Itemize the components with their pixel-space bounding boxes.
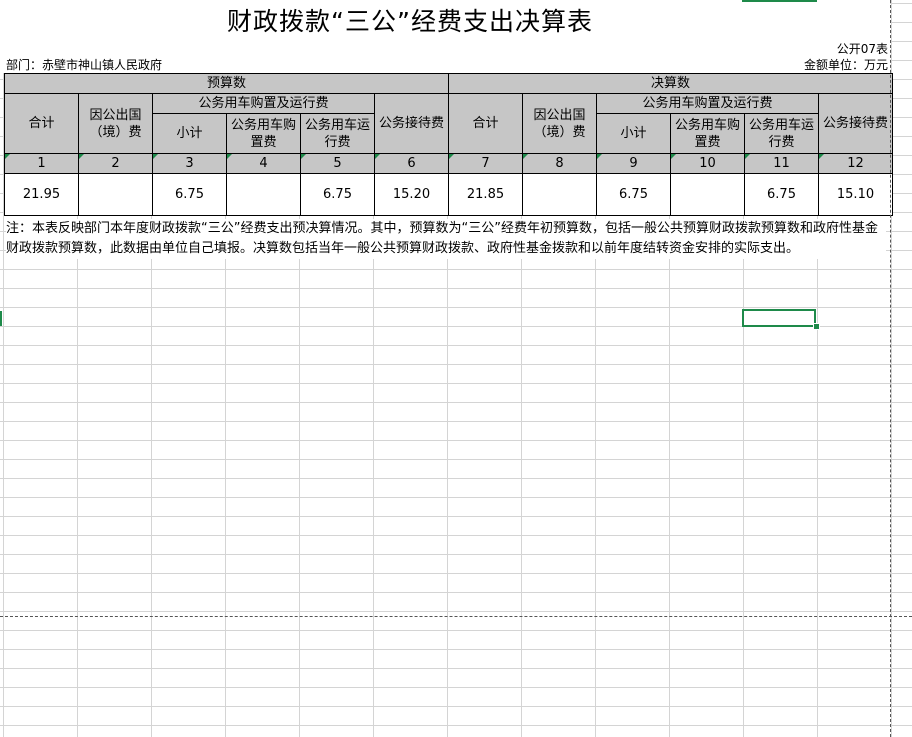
table-note[interactable]: 注：本表反映部门本年度财政拨款“三公”经费支出预决算情况。其中，预算数为“三公”… (6, 219, 886, 259)
data-row: 21.95 6.75 6.75 15.20 21.85 6.75 6.75 15… (4, 173, 893, 216)
column-selection-marker (742, 0, 817, 2)
final-abroad-header[interactable]: 因公出国（境）费 (522, 93, 597, 154)
final-total-cell[interactable]: 21.85 (448, 173, 523, 216)
page-break-horizontal (0, 616, 912, 617)
final-subtotal-header[interactable]: 小计 (596, 113, 671, 154)
department-label: 部门：赤壁市神山镇人民政府 (6, 58, 163, 72)
budget-abroad-cell[interactable] (78, 173, 153, 216)
budget-reception-cell[interactable]: 15.20 (374, 173, 449, 216)
form-code: 公开07表 (836, 42, 888, 56)
final-vehicle-purchase-cell[interactable] (670, 173, 745, 216)
header-row-1: 预算数 决算数 (4, 73, 893, 94)
budget-vehicle-operation-header[interactable]: 公务用车运行费 (300, 113, 375, 154)
final-vehicle-header[interactable]: 公务用车购置及运行费 (596, 93, 819, 114)
budget-vehicle-purchase-header[interactable]: 公务用车购置费 (226, 113, 301, 154)
final-abroad-cell[interactable] (522, 173, 597, 216)
index-row: 1 2 3 4 5 6 7 8 9 10 11 12 (4, 153, 893, 174)
index-cell[interactable]: 1 (4, 153, 79, 174)
selected-cell[interactable] (742, 309, 816, 327)
budget-reception-header[interactable]: 公务接待费 (374, 93, 449, 154)
budget-vehicle-subtotal-cell[interactable]: 6.75 (152, 173, 227, 216)
index-cell[interactable]: 11 (744, 153, 819, 174)
index-cell[interactable]: 9 (596, 153, 671, 174)
final-header[interactable]: 决算数 (448, 73, 893, 94)
budget-header[interactable]: 预算数 (4, 73, 449, 94)
index-cell[interactable]: 5 (300, 153, 375, 174)
budget-vehicle-operation-cell[interactable]: 6.75 (300, 173, 375, 216)
final-reception-header[interactable]: 公务接待费 (818, 93, 893, 154)
index-cell[interactable]: 3 (152, 153, 227, 174)
unit-label: 金额单位：万元 (803, 58, 888, 72)
budget-vehicle-header[interactable]: 公务用车购置及运行费 (152, 93, 375, 114)
index-cell[interactable]: 2 (78, 153, 153, 174)
index-cell[interactable]: 8 (522, 153, 597, 174)
final-vehicle-operation-header[interactable]: 公务用车运行费 (744, 113, 819, 154)
page-title: 财政拨款“三公”经费支出决算表 (227, 7, 593, 36)
row-selection-marker (0, 311, 2, 326)
budget-subtotal-header[interactable]: 小计 (152, 113, 227, 154)
page-break-vertical (890, 0, 891, 737)
final-vehicle-subtotal-cell[interactable]: 6.75 (596, 173, 671, 216)
final-reception-cell[interactable]: 15.10 (818, 173, 893, 216)
budget-total-cell[interactable]: 21.95 (4, 173, 79, 216)
fill-handle[interactable] (813, 323, 820, 330)
budget-vehicle-purchase-cell[interactable] (226, 173, 301, 216)
final-vehicle-purchase-header[interactable]: 公务用车购置费 (670, 113, 745, 154)
index-cell[interactable]: 6 (374, 153, 449, 174)
budget-total-header[interactable]: 合计 (4, 93, 79, 154)
index-cell[interactable]: 7 (448, 153, 523, 174)
index-cell[interactable]: 10 (670, 153, 745, 174)
final-vehicle-operation-cell[interactable]: 6.75 (744, 173, 819, 216)
index-cell[interactable]: 4 (226, 153, 301, 174)
budget-abroad-header[interactable]: 因公出国（境）费 (78, 93, 153, 154)
final-total-header[interactable]: 合计 (448, 93, 523, 154)
expense-table: 预算数 决算数 合计 因公出国（境）费 公务用车购置及运行费 公务接待费 合计 … (4, 73, 893, 216)
index-cell[interactable]: 12 (818, 153, 893, 174)
header-row-2: 合计 因公出国（境）费 公务用车购置及运行费 公务接待费 合计 因公出国（境）费… (4, 93, 893, 154)
